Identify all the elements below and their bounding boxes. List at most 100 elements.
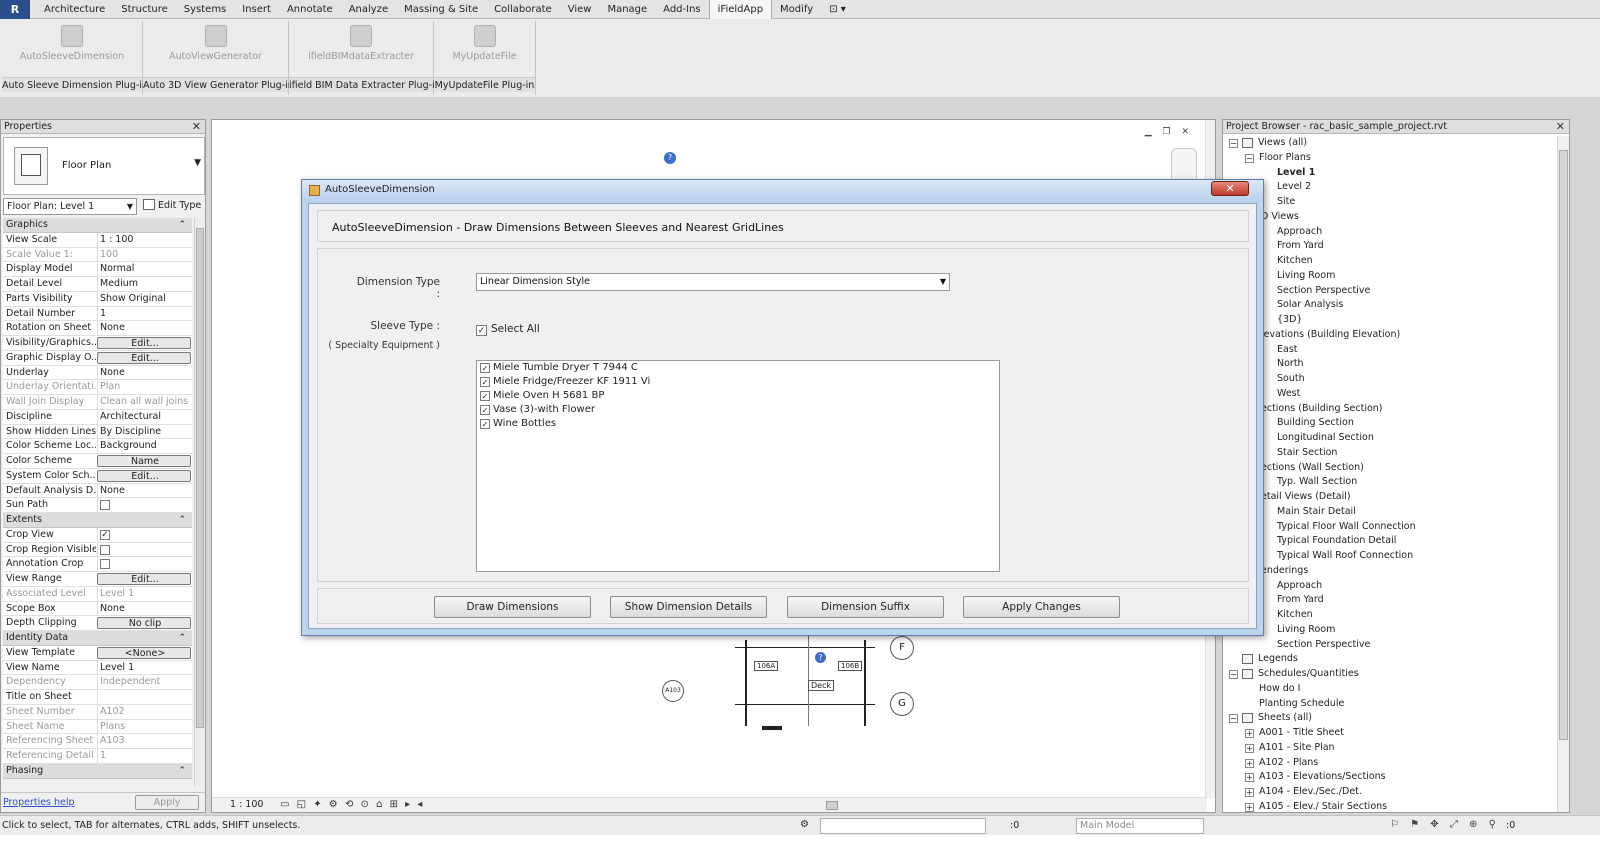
property-value[interactable]: None: [97, 601, 191, 616]
checkbox[interactable]: ✓: [476, 325, 487, 336]
properties-scrollbar[interactable]: [194, 218, 204, 786]
property-edit-button[interactable]: Name: [97, 455, 191, 467]
tab-annotate[interactable]: Annotate: [279, 0, 341, 19]
my-update-file-button[interactable]: MyUpdateFile: [434, 23, 535, 71]
expand-icon[interactable]: +: [1245, 729, 1254, 738]
property-value[interactable]: By Discipline: [97, 424, 191, 439]
property-value[interactable]: Normal: [97, 262, 191, 277]
property-value[interactable]: None: [97, 365, 191, 380]
chevron-down-icon[interactable]: ▼: [194, 158, 201, 168]
auto-sleeve-dimension-button[interactable]: AutoSleeveDimension: [2, 23, 142, 71]
sleeve-type-list[interactable]: ✓ Miele Tumble Dryer T 7944 C ✓ Miele Fridg…: [476, 360, 1000, 572]
sleeve-list-item[interactable]: ✓ Miele Fridge/Freezer KF 1911 Vi: [477, 375, 999, 389]
property-checkbox[interactable]: [100, 544, 110, 555]
browser-tree-item[interactable]: Legends: [1223, 652, 1557, 667]
browser-tree-item[interactable]: Typical Wall Roof Connection: [1223, 549, 1557, 564]
collapse-icon[interactable]: ⌃: [178, 513, 186, 527]
browser-tree-item[interactable]: + A105 - Elev./ Stair Sections: [1223, 800, 1557, 815]
workset-selector[interactable]: [820, 818, 986, 834]
design-option-selector[interactable]: Main Model: [1076, 818, 1204, 834]
type-selector[interactable]: Floor Plan ▼: [3, 137, 205, 195]
property-value[interactable]: Background: [97, 439, 191, 454]
browser-tree-item[interactable]: Site: [1223, 195, 1557, 210]
browser-tree-item[interactable]: From Yard: [1223, 239, 1557, 254]
tab-analyze[interactable]: Analyze: [341, 0, 396, 19]
browser-tree-item[interactable]: levations (Building Elevation): [1223, 328, 1557, 343]
browser-tree-item[interactable]: Section Perspective: [1223, 638, 1557, 653]
checkbox[interactable]: ✓: [480, 419, 490, 429]
expand-icon[interactable]: +: [1245, 743, 1254, 753]
scrollbar-thumb[interactable]: [196, 228, 204, 728]
view-horizontal-scrollbar[interactable]: 1 : 100 ▭ ◱ ✦ ⚙ ⟲ ⊙ ⌂ ⊞ ▸ ◂: [212, 797, 1207, 812]
close-icon[interactable]: ✕: [192, 120, 201, 134]
browser-tree-item[interactable]: Longitudinal Section: [1223, 431, 1557, 446]
browser-tree-item[interactable]: ections (Building Section): [1223, 402, 1557, 417]
browser-tree-item[interactable]: + A001 - Title Sheet: [1223, 726, 1557, 741]
tab-insert[interactable]: Insert: [234, 0, 279, 19]
apply-button[interactable]: Apply: [135, 795, 199, 810]
property-value[interactable]: 1 : 100: [97, 232, 191, 247]
browser-tree-item[interactable]: enderings: [1223, 564, 1557, 579]
tab-architecture[interactable]: Architecture: [36, 0, 113, 19]
tab-add-ins[interactable]: Add-Ins: [655, 0, 708, 19]
browser-tree-item[interactable]: Level 1: [1223, 166, 1557, 181]
browser-tree-item[interactable]: + A102 - Plans: [1223, 756, 1557, 771]
dialog-titlebar[interactable]: AutoSleeveDimension ✕: [302, 180, 1263, 202]
browser-tree-item[interactable]: etail Views (Detail): [1223, 490, 1557, 505]
browser-tree-item[interactable]: How do I: [1223, 682, 1557, 697]
property-group[interactable]: Extents ⌃: [3, 513, 192, 528]
browser-tree-item[interactable]: Main Stair Detail: [1223, 505, 1557, 520]
property-value[interactable]: 1: [97, 306, 191, 321]
sleeve-list-item[interactable]: ✓ Miele Oven H 5681 BP: [477, 389, 999, 403]
property-group[interactable]: Identity Data ⌃: [3, 631, 192, 646]
property-checkbox[interactable]: [100, 500, 110, 511]
scrollbar-thumb[interactable]: [1559, 150, 1568, 740]
collapse-icon[interactable]: −: [1229, 139, 1238, 148]
instance-selector[interactable]: Floor Plan: Level 1 ▼: [3, 198, 137, 215]
browser-tree-item[interactable]: North: [1223, 357, 1557, 372]
browser-tree-item[interactable]: + A104 - Elev./Sec./Det.: [1223, 785, 1557, 800]
checkbox[interactable]: ✓: [480, 377, 490, 387]
property-checkbox[interactable]: [100, 559, 110, 570]
checkbox[interactable]: ✓: [480, 391, 490, 401]
browser-tree-item[interactable]: Typical Foundation Detail: [1223, 534, 1557, 549]
property-group[interactable]: Phasing ⌃: [3, 763, 192, 779]
collapse-icon[interactable]: ⌃: [178, 631, 186, 645]
property-value[interactable]: Medium: [97, 277, 191, 291]
bim-data-extracter-button[interactable]: ifieldBIMdataExtracter: [289, 23, 433, 71]
browser-tree-item[interactable]: From Yard: [1223, 593, 1557, 608]
browser-tree-item[interactable]: Section Perspective: [1223, 284, 1557, 299]
browser-tree-item[interactable]: South: [1223, 372, 1557, 387]
browser-tree-item[interactable]: Approach: [1223, 225, 1557, 240]
view-window-controls[interactable]: ▁ ❐ ✕: [1145, 127, 1193, 137]
collapse-icon[interactable]: ⌃: [178, 218, 186, 232]
browser-tree-item[interactable]: Stair Section: [1223, 446, 1557, 461]
browser-tree-item[interactable]: West: [1223, 387, 1557, 402]
property-value[interactable]: Level 1: [97, 660, 191, 675]
ribbon-options-icon[interactable]: ⊡ ▾: [821, 0, 854, 19]
tab-systems[interactable]: Systems: [176, 0, 235, 19]
property-edit-button[interactable]: Edit...: [97, 573, 191, 585]
browser-tree-item[interactable]: ections (Wall Section): [1223, 461, 1557, 476]
browser-tree-item[interactable]: − Views (all): [1223, 136, 1557, 151]
tab-manage[interactable]: Manage: [599, 0, 655, 19]
browser-tree-item[interactable]: {3D}: [1223, 313, 1557, 328]
show-dimension-details-button[interactable]: Show Dimension Details: [610, 596, 767, 618]
property-value[interactable]: None: [97, 321, 191, 336]
browser-tree-item[interactable]: + A101 - Site Plan: [1223, 741, 1557, 756]
dimension-suffix-button[interactable]: Dimension Suffix: [787, 596, 944, 618]
browser-tree-item[interactable]: Living Room: [1223, 623, 1557, 638]
sleeve-list-item[interactable]: ✓ Vase (3)-with Flower: [477, 403, 999, 417]
scrollbar-thumb[interactable]: [826, 801, 838, 810]
browser-tree-item[interactable]: Solar Analysis: [1223, 298, 1557, 313]
expand-icon[interactable]: +: [1245, 773, 1254, 783]
selection-filter-icons[interactable]: ⚐ ⚑ ✥ ⤢ ⊕ ⚲: [1390, 819, 1500, 830]
tab-modify[interactable]: Modify: [772, 0, 821, 19]
browser-tree-item[interactable]: Kitchen: [1223, 608, 1557, 623]
tab-ifieldapp[interactable]: iFieldApp: [708, 0, 773, 19]
view-control-icons[interactable]: ▭ ◱ ✦ ⚙ ⟲ ⊙ ⌂ ⊞ ▸ ◂: [280, 799, 424, 810]
tab-collaborate[interactable]: Collaborate: [486, 0, 560, 19]
browser-tree-item[interactable]: Typical Floor Wall Connection: [1223, 520, 1557, 535]
browser-tree-item[interactable]: Living Room: [1223, 269, 1557, 284]
application-menu-button[interactable]: R: [0, 0, 30, 19]
